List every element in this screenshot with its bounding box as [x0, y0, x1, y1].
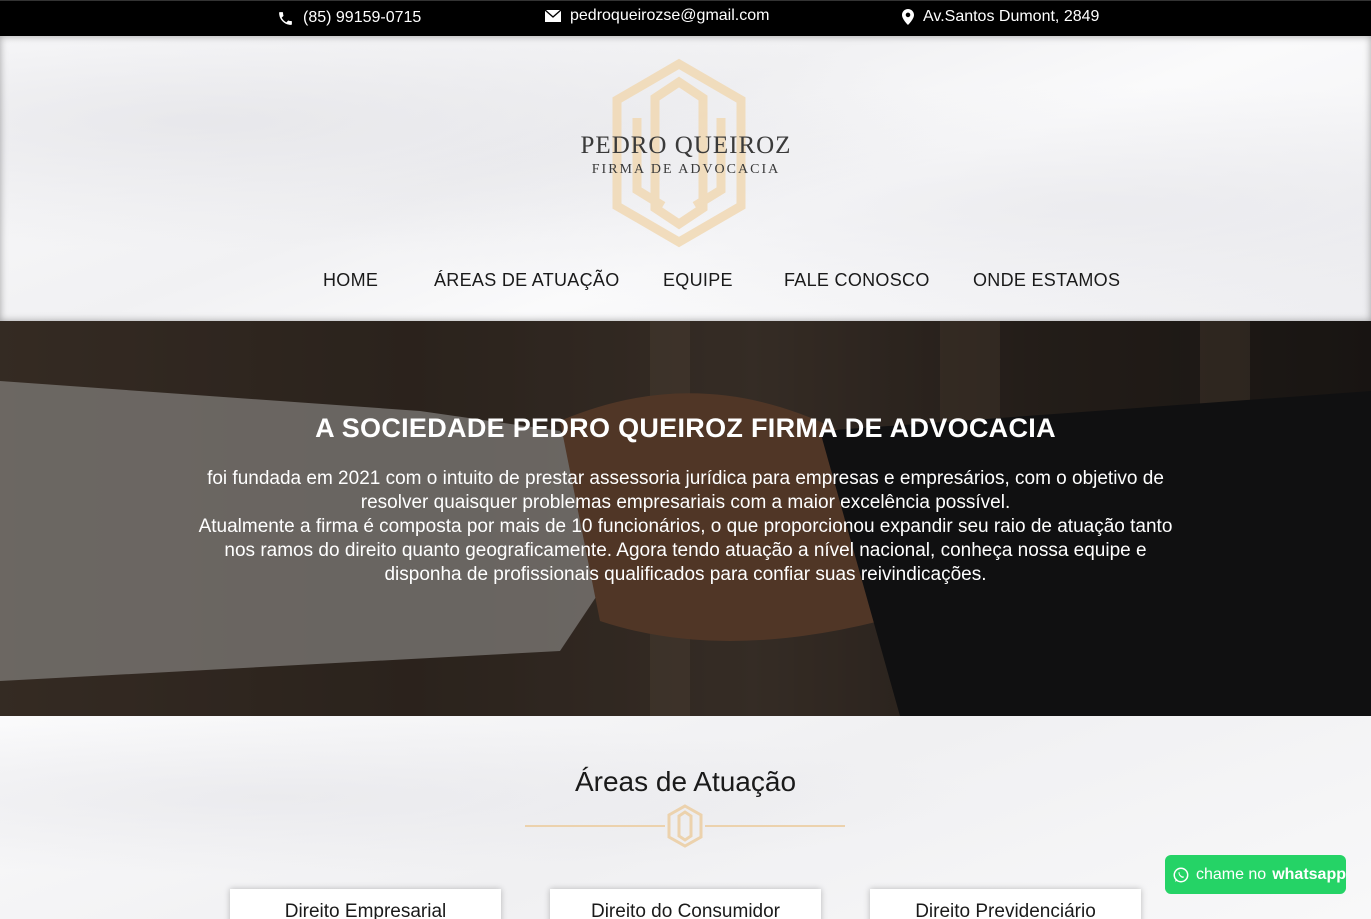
hero-section: A SOCIEDADE PEDRO QUEIROZ FIRMA DE ADVOC… — [0, 321, 1371, 716]
nav-onde-estamos[interactable]: ONDE ESTAMOS — [973, 270, 1120, 291]
phone-number: (85) 99159-0715 — [303, 9, 422, 26]
phone-icon — [279, 11, 292, 25]
whatsapp-icon — [1173, 867, 1189, 882]
whatsapp-button[interactable]: chame no whatsapp — [1165, 855, 1346, 894]
area-card-empresarial[interactable]: Direito Empresarial — [230, 889, 501, 919]
area-card-consumidor[interactable]: Direito do Consumidor — [550, 889, 821, 919]
nav-fale-conosco[interactable]: FALE CONOSCO — [784, 270, 930, 291]
hero-paragraph-2: Atualmente a firma é composta por mais d… — [198, 516, 1173, 585]
hero-paragraph-1: foi fundada em 2021 com o intuito de pre… — [207, 468, 1164, 513]
logo-title: PEDRO QUEIROZ — [580, 132, 792, 159]
whatsapp-brand: whatsapp — [1272, 865, 1346, 883]
email-icon — [545, 10, 561, 22]
area-card-previdenciario[interactable]: Direito Previdenciário — [870, 889, 1141, 919]
area-card-label: Direito do Consumidor — [590, 901, 781, 919]
nav-home[interactable]: HOME — [323, 270, 378, 291]
area-card-label: Direito Previdenciário — [915, 901, 1096, 919]
address-text: Av.Santos Dumont, 2849 — [923, 8, 1100, 25]
logo-subtitle: FIRMA DE ADVOCACIA — [591, 162, 781, 177]
contact-address[interactable]: Av.Santos Dumont, 2849 — [902, 8, 1099, 26]
top-contact-bar: (85) 99159-0715 pedroqueirozse@gmail.com… — [0, 0, 1371, 36]
area-card-label: Direito Empresarial — [284, 901, 447, 919]
hero-title: A SOCIEDADE PEDRO QUEIROZ FIRMA DE ADVOC… — [315, 413, 1056, 443]
contact-phone[interactable]: (85) 99159-0715 — [277, 9, 421, 27]
email-address: pedroqueirozse@gmail.com — [570, 7, 770, 24]
hero-paragraph: foi fundada em 2021 com o intuito de pre… — [185, 467, 1186, 587]
whatsapp-prefix: chame no — [1195, 865, 1267, 883]
nav-areas-de-atuacao[interactable]: ÁREAS DE ATUAÇÃO — [434, 270, 620, 291]
ornament-divider-icon — [525, 804, 845, 848]
contact-email[interactable]: pedroqueirozse@gmail.com — [545, 7, 769, 25]
location-icon — [902, 9, 914, 25]
site-header: PEDRO QUEIROZ FIRMA DE ADVOCACIA HOME ÁR… — [0, 36, 1371, 321]
areas-heading: Áreas de Atuação — [574, 766, 797, 797]
nav-equipe[interactable]: EQUIPE — [663, 270, 733, 291]
